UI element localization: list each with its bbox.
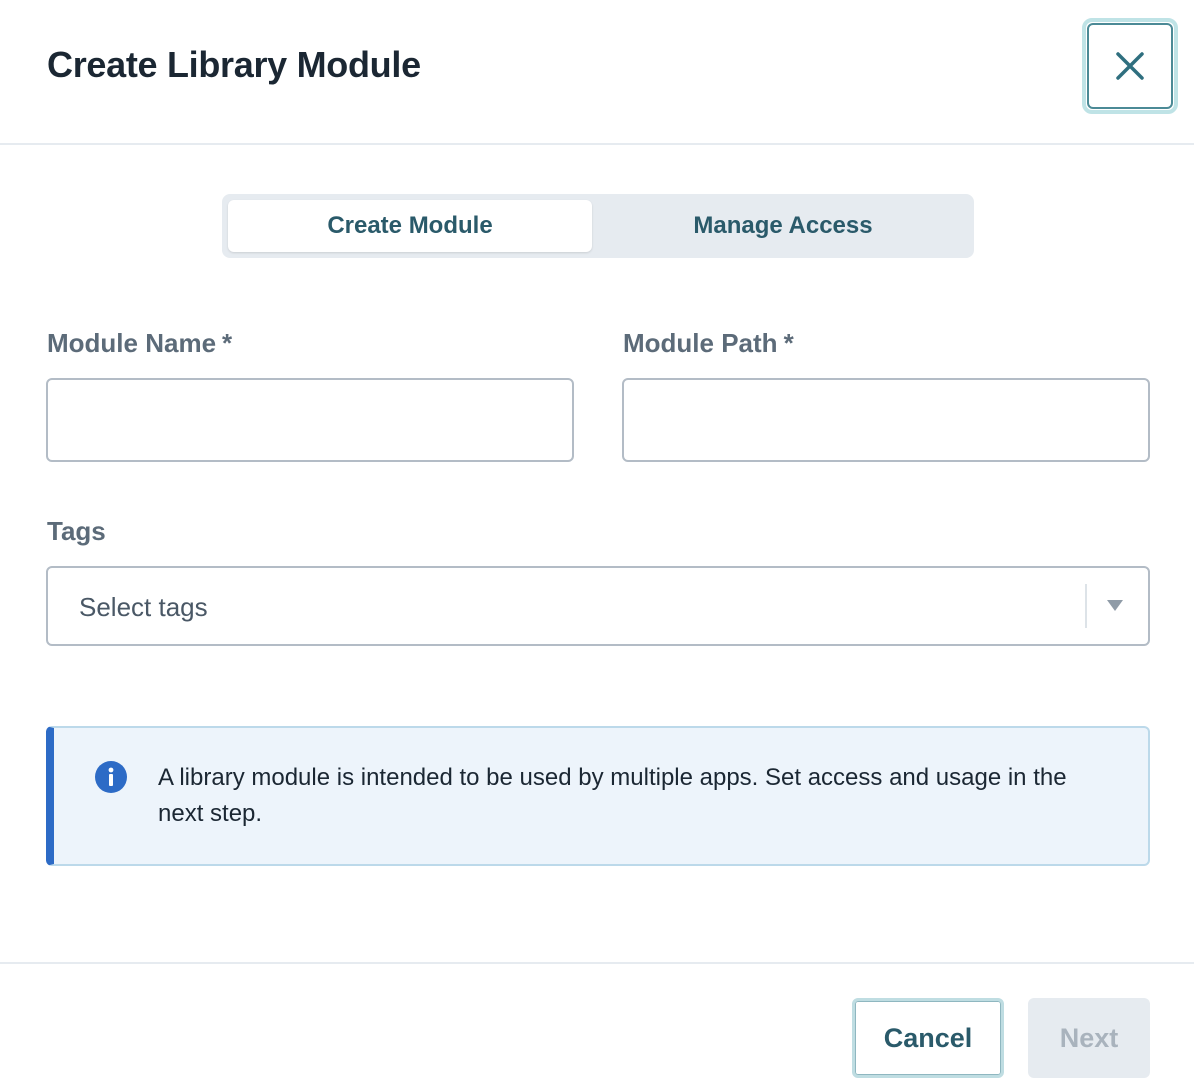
module-name-input[interactable] bbox=[46, 378, 574, 462]
cancel-button[interactable]: Cancel bbox=[852, 998, 1004, 1078]
module-name-label-text: Module Name bbox=[47, 328, 217, 358]
module-path-label-text: Module Path bbox=[623, 328, 778, 358]
tab-manage-access[interactable]: Manage Access bbox=[598, 200, 968, 252]
tab-switcher: Create Module Manage Access bbox=[222, 194, 974, 258]
tags-select[interactable]: Select tags bbox=[46, 566, 1150, 646]
required-marker: * bbox=[783, 328, 794, 358]
dialog-header: Create Library Module bbox=[0, 0, 1194, 145]
dialog-footer: Cancel Next bbox=[0, 962, 1194, 1092]
info-banner-message: A library module is intended to be used … bbox=[158, 764, 1067, 827]
create-library-module-dialog: Create Library Module Create Module Mana… bbox=[0, 0, 1194, 1092]
tags-placeholder: Select tags bbox=[79, 592, 208, 622]
info-banner: A library module is intended to be used … bbox=[46, 726, 1150, 866]
required-marker: * bbox=[222, 328, 233, 358]
module-path-label: Module Path * bbox=[623, 328, 794, 359]
tab-create-module[interactable]: Create Module bbox=[228, 200, 592, 252]
select-divider bbox=[1085, 584, 1087, 628]
close-button[interactable] bbox=[1082, 18, 1178, 114]
next-button[interactable]: Next bbox=[1028, 998, 1150, 1078]
close-icon bbox=[1116, 52, 1144, 80]
module-name-label: Module Name * bbox=[47, 328, 232, 359]
close-button-focus-ring bbox=[1087, 23, 1173, 109]
info-icon bbox=[95, 761, 127, 793]
caret-down-icon[interactable] bbox=[1106, 598, 1124, 612]
dialog-title: Create Library Module bbox=[47, 44, 421, 85]
module-path-input[interactable] bbox=[622, 378, 1150, 462]
tags-label: Tags bbox=[47, 516, 106, 546]
